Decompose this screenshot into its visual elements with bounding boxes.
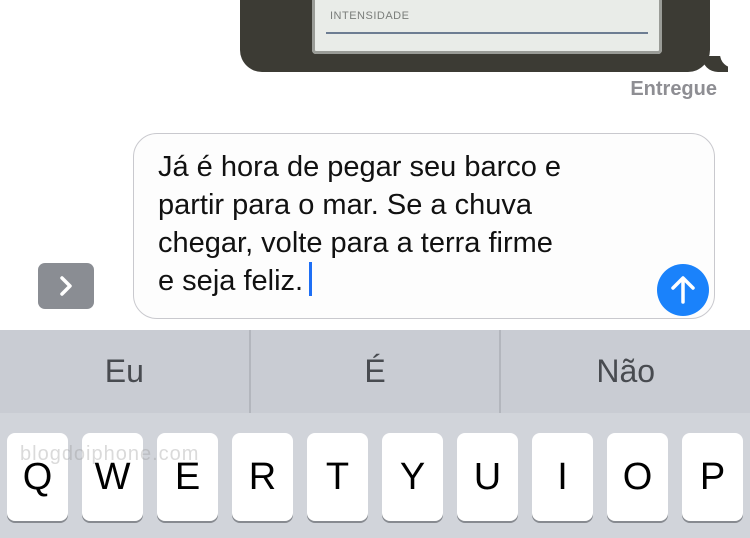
chevron-right-icon xyxy=(60,276,72,296)
key-p[interactable]: P xyxy=(682,433,743,521)
predictive-bar: Eu É Não xyxy=(0,330,750,413)
message-text: Já é hora de pegar seu barco e partir pa… xyxy=(158,151,562,297)
key-o[interactable]: O xyxy=(607,433,668,521)
key-y[interactable]: Y xyxy=(382,433,443,521)
suggestion-1[interactable]: Eu xyxy=(0,330,249,413)
photo-line xyxy=(326,32,648,34)
key-i[interactable]: I xyxy=(532,433,593,521)
expand-apps-button[interactable] xyxy=(38,263,94,309)
photo-label: INTENSIDADE xyxy=(330,10,410,22)
suggestion-2[interactable]: É xyxy=(251,330,500,413)
sent-photo-message[interactable]: INTENSIDADE xyxy=(240,0,710,72)
photo-device-screen: INTENSIDADE xyxy=(312,0,662,54)
key-t[interactable]: T xyxy=(307,433,368,521)
key-u[interactable]: U xyxy=(457,433,518,521)
watermark: blogdoiphone.com xyxy=(20,443,200,465)
text-caret xyxy=(309,262,313,296)
suggestion-3[interactable]: Não xyxy=(501,330,750,413)
message-input[interactable]: Já é hora de pegar seu barco e partir pa… xyxy=(133,133,715,319)
send-button[interactable] xyxy=(657,264,709,316)
key-r[interactable]: R xyxy=(232,433,293,521)
keyboard: Eu É Não Q W E R T Y U I O P xyxy=(0,330,750,538)
delivered-status: Entregue xyxy=(630,78,717,100)
arrow-up-icon xyxy=(671,276,695,304)
